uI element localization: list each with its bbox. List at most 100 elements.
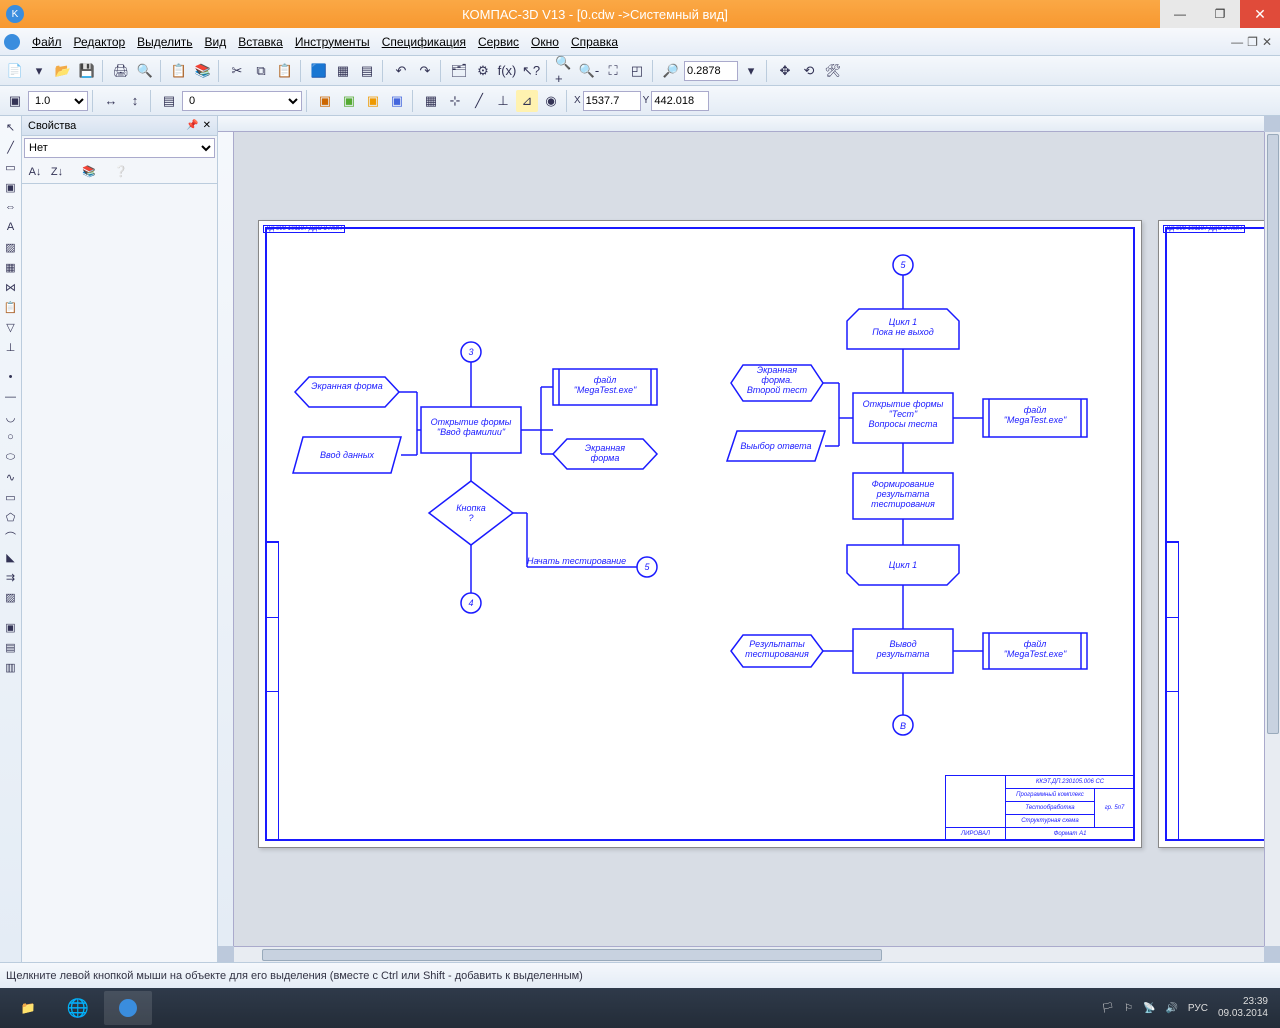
taskbar-kompas[interactable] bbox=[104, 991, 152, 1025]
rough-tool[interactable]: ▽ bbox=[2, 318, 20, 336]
layers-button[interactable]: 🗂 bbox=[448, 60, 470, 82]
menu-select[interactable]: Выделить bbox=[131, 35, 198, 49]
zoom-window-button[interactable]: ◰ bbox=[626, 60, 648, 82]
cut-button[interactable]: ✂ bbox=[226, 60, 248, 82]
layer-combo[interactable]: 0 bbox=[182, 91, 302, 111]
orient-h-button[interactable]: ↔ bbox=[100, 90, 122, 112]
pin-icon[interactable]: 📌 bbox=[186, 120, 198, 131]
cursor-help-button[interactable]: ↖? bbox=[520, 60, 542, 82]
drawing-area[interactable]: ДД 900 101107 ДДС 3 ЛМН 3 Экранная форма bbox=[218, 116, 1280, 962]
geom-chamfer-tool[interactable]: ◣ bbox=[2, 548, 20, 566]
menu-insert[interactable]: Вставка bbox=[232, 35, 289, 49]
fx-button[interactable]: f(x) bbox=[496, 60, 518, 82]
scrollbar-vertical[interactable] bbox=[1264, 132, 1280, 946]
prop-sort-az-button[interactable]: A↓ bbox=[26, 163, 44, 181]
drawing-sheet-2[interactable]: ДД 900 101107 ДДС 3 ЛМН Э Вы bbox=[1158, 220, 1264, 848]
menu-window[interactable]: Окно bbox=[525, 35, 565, 49]
undo-button[interactable]: ↶ bbox=[390, 60, 412, 82]
copy-button[interactable]: ⧉ bbox=[250, 60, 272, 82]
assy-a-tool[interactable]: ▣ bbox=[2, 618, 20, 636]
mdi-close-button[interactable]: ✕ bbox=[1262, 35, 1272, 49]
geom-offset-tool[interactable]: ⇉ bbox=[2, 568, 20, 586]
new-dropdown-button[interactable]: ▾ bbox=[28, 60, 50, 82]
coord-x-input[interactable] bbox=[583, 91, 641, 111]
scale-combo[interactable]: 1.0 bbox=[28, 91, 88, 111]
prop-sort-za-button[interactable]: Z↓ bbox=[48, 163, 66, 181]
library-button[interactable]: 📚 bbox=[192, 60, 214, 82]
hatch-tool[interactable]: ▨ bbox=[2, 238, 20, 256]
geom-ellipse-tool[interactable]: ⬭ bbox=[2, 448, 20, 466]
assy-b-tool[interactable]: ▤ bbox=[2, 638, 20, 656]
zoom-in-button[interactable]: 🔍+ bbox=[554, 60, 576, 82]
rect-tool[interactable]: ▭ bbox=[2, 158, 20, 176]
settings-button[interactable]: ⚙ bbox=[472, 60, 494, 82]
menu-service[interactable]: Сервис bbox=[472, 35, 525, 49]
paste-button[interactable]: 📋 bbox=[274, 60, 296, 82]
geom-fillet-tool[interactable]: ⌒ bbox=[2, 528, 20, 546]
geom-hatch-tool[interactable]: ▨ bbox=[2, 588, 20, 606]
pointer-tool[interactable]: ↖ bbox=[2, 118, 20, 136]
prop-help-button[interactable]: ❔ bbox=[112, 163, 130, 181]
mdi-restore-button[interactable]: ❐ bbox=[1247, 35, 1258, 49]
select-all-button[interactable]: ▦ bbox=[332, 60, 354, 82]
tray-flag-icon[interactable]: 🏳 bbox=[1101, 1003, 1114, 1014]
weld-tool[interactable]: ⋈ bbox=[2, 278, 20, 296]
preview-button[interactable]: 🔍 bbox=[134, 60, 156, 82]
menu-spec[interactable]: Спецификация bbox=[376, 35, 472, 49]
geom-poly-tool[interactable]: ⬠ bbox=[2, 508, 20, 526]
save-button[interactable]: 💾 bbox=[76, 60, 98, 82]
scrollbar-horizontal[interactable] bbox=[234, 946, 1264, 962]
menu-help[interactable]: Справка bbox=[565, 35, 624, 49]
line-tool[interactable]: ╱ bbox=[2, 138, 20, 156]
print-button[interactable]: 🖨 bbox=[110, 60, 132, 82]
open-button[interactable]: 📂 bbox=[52, 60, 74, 82]
taskbar-chrome[interactable]: 🌐 bbox=[54, 991, 102, 1025]
coord-y-input[interactable] bbox=[651, 91, 709, 111]
tray-volume-icon[interactable]: 🔊 bbox=[1165, 1003, 1177, 1014]
copy-props-button[interactable]: 🟦 bbox=[308, 60, 330, 82]
snap-line-button[interactable]: ╱ bbox=[468, 90, 490, 112]
tray-clock[interactable]: 23:39 09.03.2014 bbox=[1218, 996, 1268, 1020]
rotate-button[interactable]: ⟲ bbox=[798, 60, 820, 82]
geom-line-tool[interactable]: — bbox=[2, 388, 20, 406]
zoom-input[interactable] bbox=[684, 61, 738, 81]
taskbar-explorer[interactable]: 📁 bbox=[4, 991, 52, 1025]
snap-point-button[interactable]: ⊹ bbox=[444, 90, 466, 112]
zoom-out-button[interactable]: 🔍- bbox=[578, 60, 600, 82]
obj-b-button[interactable]: ▣ bbox=[338, 90, 360, 112]
prop-library-button[interactable]: 📚 bbox=[80, 163, 98, 181]
geom-rect-tool[interactable]: ▭ bbox=[2, 488, 20, 506]
menu-editor[interactable]: Редактор bbox=[68, 35, 132, 49]
assy-c-tool[interactable]: ▥ bbox=[2, 658, 20, 676]
menu-view[interactable]: Вид bbox=[199, 35, 233, 49]
zoom-dropdown[interactable]: ▾ bbox=[740, 60, 762, 82]
geom-arc-tool[interactable]: ◡ bbox=[2, 408, 20, 426]
zoom-fit-button[interactable]: ⛶ bbox=[602, 60, 624, 82]
minimize-button[interactable]: — bbox=[1160, 0, 1200, 28]
tray-action-center-icon[interactable]: ⚐ bbox=[1124, 1003, 1133, 1014]
spec-tool[interactable]: 📋 bbox=[2, 298, 20, 316]
pan-button[interactable]: ✥ bbox=[774, 60, 796, 82]
geom-circle-tool[interactable]: ○ bbox=[2, 428, 20, 446]
geom-spline-tool[interactable]: ∿ bbox=[2, 468, 20, 486]
box-tool[interactable]: ▣ bbox=[2, 178, 20, 196]
menu-file[interactable]: Файл bbox=[26, 35, 68, 49]
panel-close-icon[interactable]: ✕ bbox=[203, 120, 211, 131]
text-tool[interactable]: A bbox=[2, 218, 20, 236]
orient-v-button[interactable]: ↕ bbox=[124, 90, 146, 112]
snap-ortho-button[interactable]: ⊥ bbox=[492, 90, 514, 112]
base-tool[interactable]: ⊥ bbox=[2, 338, 20, 356]
table-tool[interactable]: ▦ bbox=[2, 258, 20, 276]
tray-network-icon[interactable]: 📡 bbox=[1143, 1003, 1155, 1014]
dim-tool[interactable]: ⇔ bbox=[2, 198, 20, 216]
mdi-minimize-button[interactable]: — bbox=[1231, 35, 1243, 49]
deselect-button[interactable]: ▤ bbox=[356, 60, 378, 82]
drawing-sheet-1[interactable]: ДД 900 101107 ДДС 3 ЛМН 3 Экранная форма bbox=[258, 220, 1142, 848]
properties-object-combo[interactable]: Нет bbox=[24, 138, 215, 158]
zoom-value-button[interactable]: 🔎 bbox=[660, 60, 682, 82]
snap-center-button[interactable]: ◉ bbox=[540, 90, 562, 112]
maximize-button[interactable]: ❐ bbox=[1200, 0, 1240, 28]
close-button[interactable]: ✕ bbox=[1240, 0, 1280, 28]
snap-grid-button[interactable]: ▦ bbox=[420, 90, 442, 112]
geom-point-tool[interactable]: • bbox=[2, 368, 20, 386]
